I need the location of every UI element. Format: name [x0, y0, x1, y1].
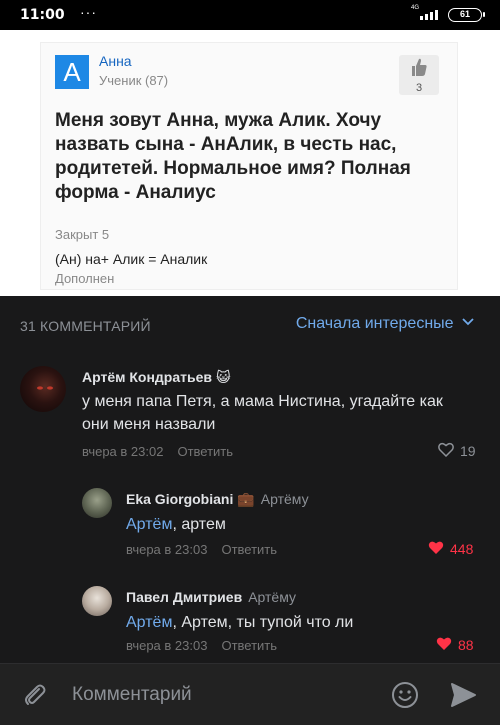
qa-question: Меня зовут Анна, мужа Алик. Хочу назвать… [55, 110, 411, 203]
qa-answer: (Ан) на+ Алик = Аналик [55, 251, 208, 267]
comment-text: Артём, артем [126, 516, 226, 533]
avatar[interactable] [82, 488, 112, 518]
comment-meta: вчера в 23:02 Ответить [82, 444, 233, 459]
mention-link[interactable]: Артём [126, 516, 172, 533]
comment-time: вчера в 23:03 [126, 542, 208, 557]
author-name: Павел Дмитриев [126, 589, 243, 605]
smile-icon[interactable] [390, 680, 420, 710]
comment-text: у меня папа Петя, а мама Нистина, угадай… [82, 393, 443, 433]
comment: Eka Giorgobiani 💼 Артёму Артём, артем вчер… [0, 486, 500, 566]
network-label: 4G [411, 5, 420, 11]
comment-input-bar: Комментарий [0, 663, 500, 725]
comment-author[interactable]: Артём Кондратьев 😺 [82, 369, 231, 386]
comment-time: вчера в 23:03 [126, 638, 208, 653]
like-button[interactable]: 448 [428, 540, 473, 558]
post-image[interactable]: А Анна Ученик (87) 3 Меня зовут Анна, му… [0, 30, 500, 296]
comment-meta: вчера в 23:03 Ответить [126, 638, 277, 653]
heart-icon [438, 442, 454, 460]
avatar[interactable] [20, 366, 66, 412]
qa-like-count: 3 [415, 82, 423, 94]
paperclip-icon[interactable] [22, 682, 48, 708]
comments-count: 31 КОММЕНТАРИЙ [20, 318, 151, 334]
status-dots: ··· [80, 4, 97, 20]
status-bar: 11:00 ··· 4G 61 [0, 0, 500, 30]
like-count: 448 [450, 541, 474, 557]
author-name: Eka Giorgobiani [126, 491, 234, 507]
reply-button[interactable]: Ответить [177, 444, 233, 459]
sort-dropdown[interactable]: Сначала интересные [296, 315, 474, 333]
like-button[interactable]: 19 [438, 442, 476, 460]
like-count: 88 [458, 637, 474, 653]
thumb-up-icon [399, 55, 439, 83]
status-time: 11:00 [20, 7, 65, 23]
comment-author[interactable]: Павел Дмитриев Артёму [126, 589, 296, 605]
qa-author-rank: Ученик (87) [99, 73, 169, 88]
like-count: 19 [460, 443, 476, 459]
mention-link[interactable]: Артём [126, 614, 172, 631]
battery-icon: 61 [448, 8, 485, 22]
cat-badge-icon: 😺 [216, 369, 231, 385]
qa-like-box: 3 [399, 55, 439, 95]
comment-input[interactable]: Комментарий [72, 678, 372, 712]
comment: Артём Кондратьев 😺 у меня папа Петя, а ма… [0, 364, 500, 474]
comment-text: Артём, Артем, ты тупой что ли [126, 614, 354, 631]
signal-icon [420, 10, 438, 20]
comment: Павел Дмитриев Артёму Артём, Артем, ты ту… [0, 584, 500, 664]
heart-icon [436, 636, 452, 654]
reply-button[interactable]: Ответить [221, 542, 277, 557]
qa-card: А Анна Ученик (87) 3 Меня зовут Анна, му… [40, 42, 458, 290]
qa-added: Дополнен [55, 271, 115, 286]
qa-closed: Закрыт 5 [55, 227, 110, 242]
qa-author-name: Анна [99, 53, 132, 69]
reply-button[interactable]: Ответить [221, 638, 277, 653]
chevron-down-icon [462, 313, 474, 331]
comment-meta: вчера в 23:03 Ответить [126, 542, 277, 557]
author-name: Артём Кондратьев [82, 369, 212, 385]
author-avatar: А [55, 55, 89, 89]
comments-section: 31 КОММЕНТАРИЙ Сначала интересные Артём … [0, 296, 500, 663]
briefcase-badge-icon: 💼 [237, 491, 255, 507]
like-button[interactable]: 88 [436, 636, 474, 654]
comment-time: вчера в 23:02 [82, 444, 164, 459]
sort-label: Сначала интересные [295, 315, 454, 332]
heart-icon [428, 540, 444, 558]
send-icon[interactable] [448, 680, 478, 710]
comment-author[interactable]: Eka Giorgobiani 💼 Артёму [126, 491, 309, 508]
reply-to[interactable]: Артёму [261, 491, 309, 507]
avatar[interactable] [82, 586, 112, 616]
reply-to[interactable]: Артёму [248, 589, 296, 605]
